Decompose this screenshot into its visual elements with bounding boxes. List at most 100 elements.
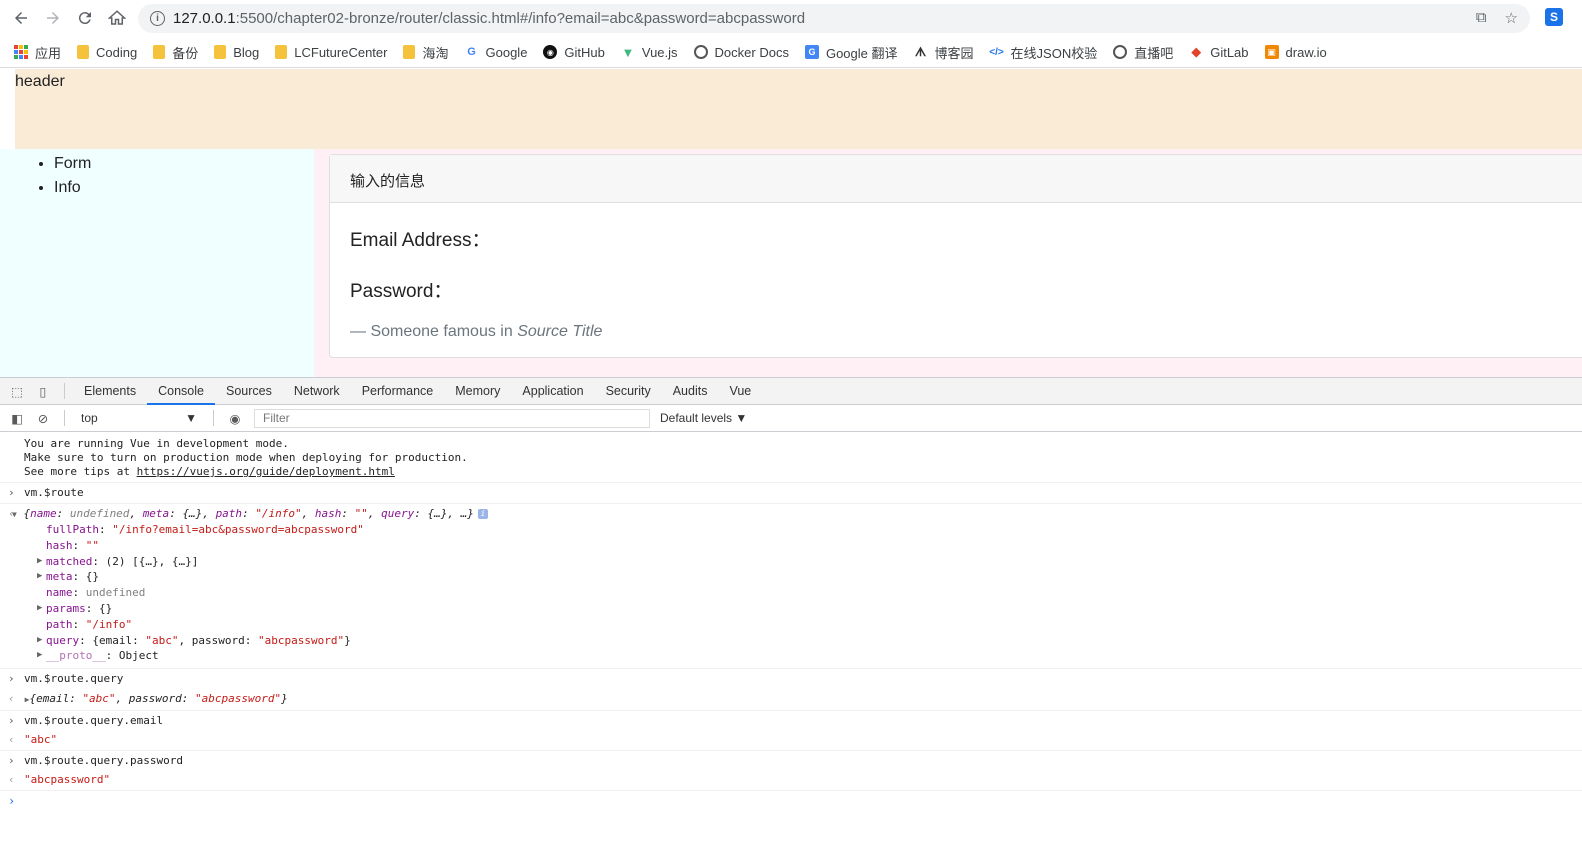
console-filter-input[interactable]: Filter [254, 408, 650, 428]
browser-toolbar: i 127.0.0.1:5500/chapter02-bronze/router… [0, 0, 1582, 37]
info-badge-icon[interactable]: i [477, 509, 488, 519]
bookmark-google-translate[interactable]: G Google 翻译 [804, 43, 898, 62]
punct: , password: [178, 633, 258, 647]
bookmark-json-validator[interactable]: </> 在线JSON校验 [989, 43, 1097, 62]
tab-network[interactable]: Network [283, 378, 351, 405]
value: "/info?email=abc&password=abcpassword" [112, 523, 364, 536]
tab-elements[interactable]: Elements [73, 378, 147, 405]
bookmark-github[interactable]: ◉ GitHub [543, 44, 605, 60]
prop-meta[interactable]: ▶ meta: {} [0, 569, 1582, 585]
google-translate-icon: G [804, 45, 819, 59]
key: name [30, 507, 57, 520]
log-levels-dropdown[interactable]: Default levels ▼ [660, 411, 747, 425]
bookmark-cnblogs[interactable]: ᗑ 博客园 [914, 43, 974, 62]
console-result: ‹ "abcpassword" [8, 773, 1582, 787]
bookmark-lcfuturecenter[interactable]: LCFutureCenter [275, 45, 387, 60]
url-host: 127.0.0.1 [173, 10, 236, 27]
bookmark-backup[interactable]: 备份 [153, 43, 198, 62]
console-message-vue-notice: You are running Vue in development mode.… [0, 432, 1582, 483]
bookmark-haitao[interactable]: 海淘 [403, 43, 449, 62]
bookmark-label: Coding [96, 44, 138, 60]
reload-icon[interactable] [72, 5, 98, 31]
bookmark-docker-docs[interactable]: Docker Docs [693, 45, 789, 60]
bookmark-star-icon[interactable]: ☆ [1505, 9, 1518, 27]
console-command: vm.$route.query.password [24, 754, 183, 768]
expand-triangle-icon: ▶ [37, 602, 43, 613]
prop-params[interactable]: ▶ params: {} [0, 601, 1582, 617]
inspect-element-icon[interactable]: ⬚ [4, 384, 30, 399]
forward-arrow-icon[interactable] [40, 5, 66, 31]
punct: , …} [447, 507, 474, 520]
bookmark-apps[interactable]: 应用 [14, 43, 61, 62]
site-info-icon[interactable]: i [150, 11, 165, 26]
tab-sources[interactable]: Sources [215, 378, 283, 405]
toolbar-divider [64, 410, 65, 426]
value: "abc" [24, 733, 58, 747]
output-chevron-icon: ‹ [8, 733, 15, 747]
tab-console[interactable]: Console [147, 378, 215, 405]
expand-triangle-icon: ▶ [37, 555, 43, 566]
value: {…} [182, 507, 203, 520]
device-toolbar-icon[interactable]: ▯ [30, 384, 56, 399]
bookmark-gitlab[interactable]: ◆ GitLab [1189, 44, 1249, 60]
key: fullPath [46, 523, 99, 536]
page-header: header [15, 69, 1582, 149]
back-arrow-icon[interactable] [8, 5, 34, 31]
tab-application[interactable]: Application [511, 378, 594, 405]
prop-matched[interactable]: ▶ matched: (2) [{…}, {…}] [0, 554, 1582, 570]
value: "abcpassword" [24, 773, 111, 787]
extension-icon[interactable]: S [1545, 8, 1563, 26]
bookmark-label: Google [485, 44, 528, 60]
bookmark-vuejs[interactable]: ▼ Vue.js [621, 44, 678, 60]
main-content: 输入的信息 Email Address： Password： — Someone… [314, 149, 1582, 377]
bookmark-label: GitLab [1210, 44, 1249, 60]
input-chevron-icon: › [8, 486, 15, 499]
console-prompt-input[interactable]: › [0, 791, 1582, 808]
clear-console-icon[interactable]: ⊘ [30, 411, 56, 426]
log-line: Make sure to turn on production mode whe… [24, 451, 468, 464]
nav-link-form[interactable]: Form [54, 152, 314, 176]
nav-link-info[interactable]: Info [54, 176, 314, 200]
key: __proto__ [46, 649, 106, 663]
bookmark-label: Google 翻译 [825, 45, 898, 61]
query-object-summary[interactable]: ‹ ▶{email: "abc", password: "abcpassword"… [8, 692, 1582, 707]
devtools-tabbar: ⬚ ▯ Elements Console Sources Network Per… [0, 378, 1582, 405]
url-path: :5500/chapter02-bronze/router/classic.ht… [235, 10, 806, 27]
value: "" [354, 507, 368, 520]
value: "/info" [85, 617, 133, 631]
bookmark-google[interactable]: G Google [465, 44, 528, 60]
tab-performance[interactable]: Performance [351, 378, 445, 405]
value: (2) [{…}, {…}] [105, 554, 199, 568]
bookmark-label: Vue.js [641, 44, 678, 60]
tab-security[interactable]: Security [595, 378, 662, 405]
bookmark-zhibo8[interactable]: 直播吧 [1113, 43, 1173, 62]
console-input-line: › vm.$route [0, 483, 1582, 504]
log-line: You are running Vue in development mode. [24, 437, 289, 450]
live-expression-eye-icon[interactable]: ◉ [222, 411, 248, 426]
address-bar[interactable]: i 127.0.0.1:5500/chapter02-bronze/router… [138, 4, 1530, 33]
tab-vue[interactable]: Vue [718, 378, 762, 405]
show-sidebar-icon[interactable]: ◧ [4, 411, 30, 426]
bookmark-drawio[interactable]: ▣ draw.io [1264, 45, 1327, 60]
context-selector[interactable]: top ▼ [73, 409, 205, 428]
bookmark-coding[interactable]: Coding [77, 45, 137, 60]
key: path [46, 617, 73, 631]
deployment-link[interactable]: https://vuejs.org/guide/deployment.html [137, 465, 395, 478]
input-chevron-icon: › [8, 754, 15, 768]
bookmark-label: GitHub [564, 44, 605, 60]
prop-query[interactable]: ▶ query: {email: "abc", password: "abcpas… [0, 633, 1582, 649]
apps-grid-icon [14, 45, 28, 59]
route-object-summary[interactable]: ▼ {name: undefined, meta: {…}, path: "/i… [12, 507, 1582, 522]
value: {} [85, 570, 99, 584]
punct: {email: [92, 633, 146, 647]
tab-memory[interactable]: Memory [444, 378, 511, 405]
translate-icon[interactable]: ⧉ [1476, 9, 1487, 27]
bookmark-label: 应用 [35, 45, 62, 61]
punct: , password: [115, 692, 196, 706]
header-text: header [15, 73, 65, 90]
bookmark-blog[interactable]: Blog [214, 45, 259, 60]
home-icon[interactable] [104, 5, 130, 31]
tab-audits[interactable]: Audits [662, 378, 719, 405]
prop-proto[interactable]: ▶ __proto__: Object [0, 648, 1582, 664]
key: name [46, 586, 73, 600]
